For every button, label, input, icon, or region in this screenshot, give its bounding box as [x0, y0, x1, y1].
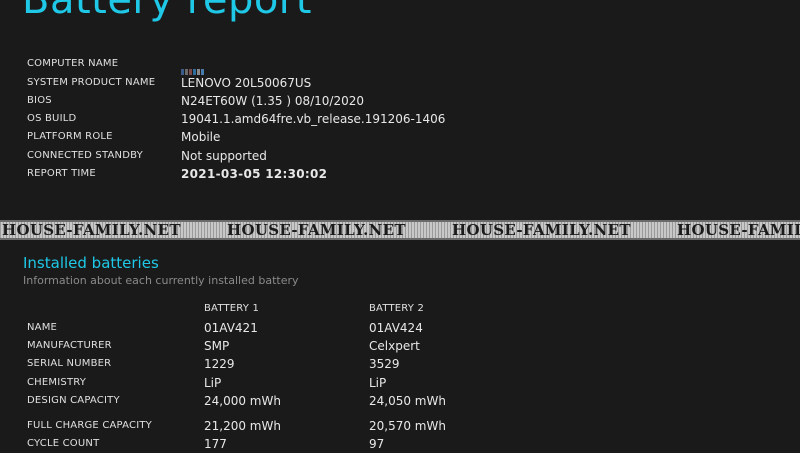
battery-1-value: 24,000 mWh — [204, 394, 281, 408]
battery-label: MANUFACTURER — [27, 340, 112, 351]
battery-1-value: LiP — [204, 376, 222, 390]
watermark-text: HOUSE-FAMILY.NET — [227, 221, 406, 239]
battery-row-design-capacity: DESIGN CAPACITY 24,000 mWh 24,050 mWh — [0, 392, 800, 410]
info-value: Mobile — [181, 130, 221, 144]
info-value: 2021-03-05 12:30:02 — [181, 167, 328, 181]
battery-1-value: 177 — [204, 437, 227, 451]
info-row-connected-standby: CONNECTED STANDBY Not supported — [0, 147, 800, 165]
battery-label: SERIAL NUMBER — [27, 358, 112, 369]
battery-1-value: 1229 — [204, 357, 235, 371]
battery-row-chemistry: CHEMISTRY LiP LiP — [0, 374, 800, 392]
info-value: 19041.1.amd64fre.vb_release.191206-1406 — [181, 112, 446, 126]
battery-row-manufacturer: MANUFACTURER SMP Celxpert — [0, 337, 800, 355]
battery-2-value: 3529 — [369, 357, 400, 371]
info-row-platform-role: PLATFORM ROLE Mobile — [0, 128, 800, 146]
battery-label: NAME — [27, 322, 58, 333]
battery-1-value: 01AV421 — [204, 321, 258, 335]
battery-label: CHEMISTRY — [27, 377, 87, 388]
info-row-product-name: SYSTEM PRODUCT NAME LENOVO 20L50067US — [0, 74, 800, 92]
column-header-battery-2: BATTERY 2 — [369, 303, 425, 314]
info-value: Not supported — [181, 149, 267, 163]
info-label: OS BUILD — [27, 113, 77, 124]
info-label: PLATFORM ROLE — [27, 131, 113, 142]
redacted-pixels — [181, 62, 205, 75]
info-label: COMPUTER NAME — [27, 58, 119, 69]
info-label: BIOS — [27, 95, 52, 106]
section-heading: Installed batteries — [23, 254, 159, 272]
watermark-text: HOUSE-FAMILY.NET — [677, 221, 800, 239]
battery-2-value: 97 — [369, 437, 385, 451]
info-value: N24ET60W (1.35 ) 08/10/2020 — [181, 94, 364, 108]
info-label: CONNECTED STANDBY — [27, 150, 143, 161]
battery-2-value: LiP — [369, 376, 387, 390]
battery-2-value: 20,570 mWh — [369, 419, 446, 433]
page-title: Battery report — [22, 0, 312, 23]
watermark-text: HOUSE-FAMILY.NET — [2, 221, 181, 239]
info-row-computer-name: COMPUTER NAME — [0, 55, 800, 75]
computer-name-redacted — [181, 55, 205, 75]
info-label: SYSTEM PRODUCT NAME — [27, 77, 156, 88]
battery-label: FULL CHARGE CAPACITY — [27, 420, 152, 431]
battery-row-cycle-count: CYCLE COUNT 177 97 — [0, 435, 800, 453]
section-subheading: Information about each currently install… — [23, 274, 299, 287]
info-value: LENOVO 20L50067US — [181, 76, 312, 90]
column-header-battery-1: BATTERY 1 — [204, 303, 260, 314]
battery-1-value: 21,200 mWh — [204, 419, 281, 433]
watermark-text: HOUSE-FAMILY.NET — [452, 221, 631, 239]
info-row-report-time: REPORT TIME 2021-03-05 12:30:02 — [0, 165, 800, 183]
battery-row-full-charge-capacity: FULL CHARGE CAPACITY 21,200 mWh 20,570 m… — [0, 417, 800, 435]
battery-label: CYCLE COUNT — [27, 438, 100, 449]
info-row-bios: BIOS N24ET60W (1.35 ) 08/10/2020 — [0, 92, 800, 110]
battery-row-name: NAME 01AV421 01AV424 — [0, 319, 800, 337]
battery-row-serial-number: SERIAL NUMBER 1229 3529 — [0, 355, 800, 373]
info-label: REPORT TIME — [27, 168, 96, 179]
battery-2-value: Celxpert — [369, 339, 420, 353]
info-row-os-build: OS BUILD 19041.1.amd64fre.vb_release.191… — [0, 110, 800, 128]
battery-label: DESIGN CAPACITY — [27, 395, 120, 406]
battery-2-value: 24,050 mWh — [369, 394, 446, 408]
watermark-band: HOUSE-FAMILY.NET HOUSE-FAMILY.NET HOUSE-… — [0, 220, 800, 240]
battery-1-value: SMP — [204, 339, 230, 353]
battery-2-value: 01AV424 — [369, 321, 423, 335]
